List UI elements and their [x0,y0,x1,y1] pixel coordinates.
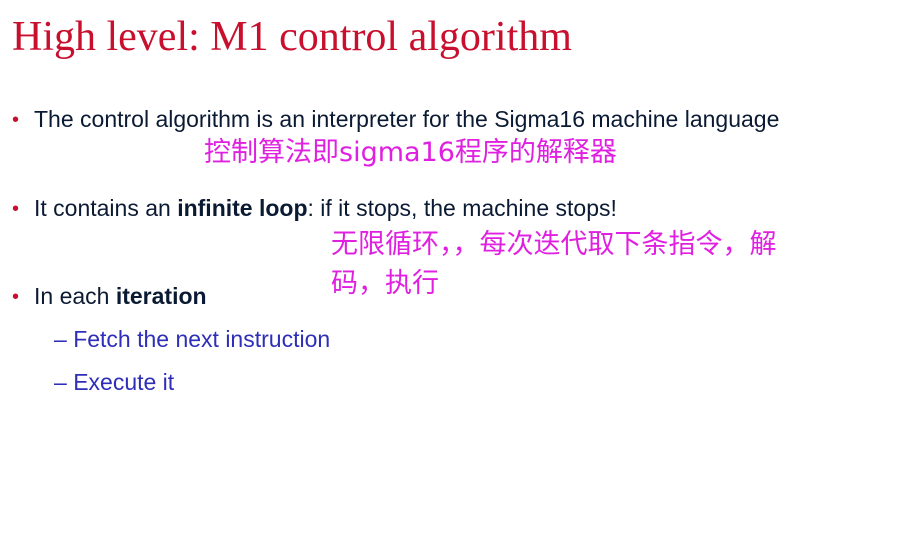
sub-item-dash: – [54,326,74,352]
sub-item-text: Execute it [73,369,175,395]
bullet-text-suffix: : if it stops, the machine stops! [307,195,617,221]
slide-title: High level: M1 control algorithm [12,14,572,60]
annotation-loop-line-1: 无限循环，，每次迭代取下条指令，解 [331,229,777,260]
bullet-text-prefix: It contains an [34,195,178,221]
bullet-marker: • [12,109,20,131]
bullet-text-bold: infinite loop [177,195,308,221]
bullet-marker: • [12,286,20,308]
bullet-text: The control algorithm is an interpreter … [34,106,780,132]
bullet-item-infinite-loop: • It contains an infinite loop: if it sto… [12,195,617,221]
bullet-item-iteration: • In each iteration [12,283,207,309]
annotation-loop-line-2: 码，执行 [331,268,439,300]
annotation-loop: 无限循环，，每次迭代取下条指令，解 码，执行 [331,225,777,303]
sub-item-text: Fetch the next instruction [73,326,331,352]
bullet-text-bold: iteration [115,283,207,309]
bullet-marker: • [12,198,20,220]
bullet-text-prefix: In each [34,283,116,309]
bullet-item-interpreter: • The control algorithm is an interpreter… [12,106,779,132]
annotation-interpreter: 控制算法即sigma16程序的解释器 [204,137,617,168]
sub-item-fetch: – Fetch the next instruction [54,326,330,352]
slide: High level: M1 control algorithm • The co… [0,0,909,536]
sub-item-execute: – Execute it [54,369,174,395]
sub-item-dash: – [54,369,74,395]
